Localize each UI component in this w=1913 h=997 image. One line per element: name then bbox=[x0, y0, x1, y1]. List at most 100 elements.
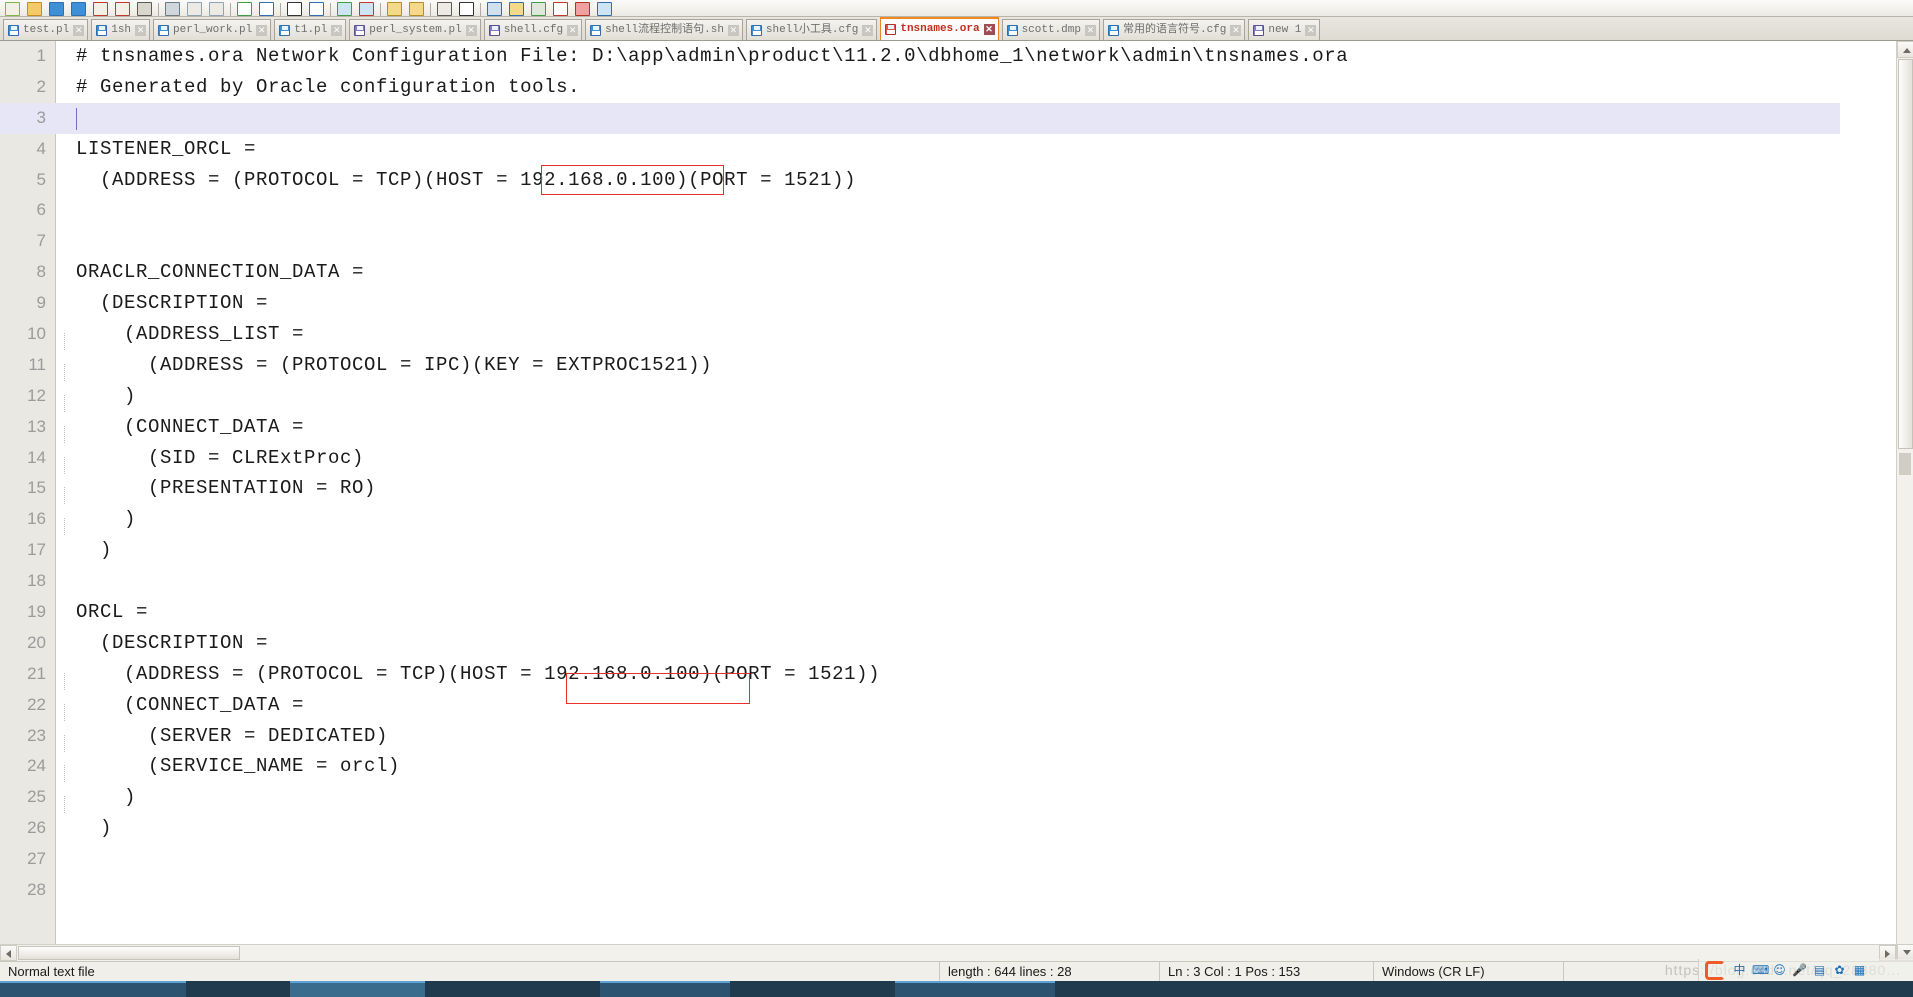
word-wrap-button[interactable] bbox=[434, 0, 455, 16]
code-line[interactable]: 4 LISTENER_ORCL = bbox=[0, 134, 1840, 165]
close-icon[interactable]: ✕ bbox=[567, 24, 579, 36]
code-line[interactable]: 12 ) bbox=[0, 381, 1840, 412]
code-line[interactable]: 19 ORCL = bbox=[0, 597, 1840, 628]
emoji-icon[interactable]: ☺ bbox=[1772, 963, 1787, 978]
document-map-button[interactable] bbox=[528, 0, 549, 16]
close-icon[interactable]: ✕ bbox=[256, 24, 268, 36]
paste-button[interactable] bbox=[206, 0, 227, 16]
code-line[interactable]: 27 bbox=[0, 844, 1840, 875]
sogou-ime-toolbar[interactable]: 中 ⌨ ☺ 🎤 ▤ ✿ ▦ bbox=[1698, 959, 1913, 981]
menu-icon[interactable]: ▦ bbox=[1852, 963, 1867, 978]
toolbox-icon[interactable]: ▤ bbox=[1812, 963, 1827, 978]
editor-area[interactable]: 1 # tnsnames.ora Network Configuration Fi… bbox=[0, 41, 1913, 961]
show-all-characters-button[interactable] bbox=[456, 0, 477, 16]
save-file-button[interactable] bbox=[46, 0, 67, 16]
taskbar-item-1[interactable] bbox=[0, 981, 186, 997]
tab-new-1[interactable]: new 1 ✕ bbox=[1248, 19, 1321, 40]
horizontal-scroll-thumb[interactable] bbox=[18, 946, 240, 960]
user-defined-language-button[interactable] bbox=[506, 0, 527, 16]
code-line[interactable]: 22 (CONNECT_DATA = bbox=[0, 690, 1840, 721]
code-line[interactable]: 26 ) bbox=[0, 813, 1840, 844]
close-icon[interactable]: ✕ bbox=[465, 24, 477, 36]
taskbar-item-2[interactable] bbox=[290, 981, 425, 997]
folder-as-workspace-button[interactable] bbox=[572, 0, 593, 16]
tab-tnsnames-ora[interactable]: tnsnames.ora ✕ bbox=[880, 17, 999, 40]
code-line[interactable]: 7 bbox=[0, 226, 1840, 257]
close-icon[interactable]: ✕ bbox=[1305, 24, 1317, 36]
taskbar-item-3[interactable] bbox=[600, 981, 730, 997]
code-text-area[interactable]: 1 # tnsnames.ora Network Configuration Fi… bbox=[0, 41, 1840, 961]
redo-button[interactable] bbox=[256, 0, 277, 16]
replace-button[interactable] bbox=[306, 0, 327, 16]
taskbar-item-4[interactable] bbox=[895, 981, 1055, 997]
tab-perl-work-pl[interactable]: perl_work.pl ✕ bbox=[153, 19, 272, 40]
code-line[interactable]: 8 ORACLR_CONNECTION_DATA = bbox=[0, 257, 1840, 288]
sogou-logo-icon[interactable] bbox=[1705, 960, 1725, 980]
document-tab-bar[interactable]: test.pl ✕ 1sh ✕ perl_work.pl ✕ t1.pl ✕ perl_syst… bbox=[0, 17, 1913, 41]
code-line[interactable]: 16 ) bbox=[0, 504, 1840, 536]
macro-record-button[interactable] bbox=[594, 0, 615, 16]
code-line[interactable]: 14 (SID = CLRExtProc) bbox=[0, 443, 1840, 474]
code-line[interactable]: 28 bbox=[0, 875, 1840, 906]
close-icon[interactable]: ✕ bbox=[727, 24, 739, 36]
code-line[interactable]: 10 (ADDRESS_LIST = bbox=[0, 319, 1840, 351]
cut-button[interactable] bbox=[162, 0, 183, 16]
undo-button[interactable] bbox=[234, 0, 255, 16]
save-all-button[interactable] bbox=[68, 0, 89, 16]
code-line[interactable]: 3 bbox=[0, 102, 1840, 134]
code-line[interactable]: 17 ) bbox=[0, 535, 1840, 566]
close-icon[interactable]: ✕ bbox=[331, 24, 343, 36]
scroll-left-arrow[interactable] bbox=[0, 945, 17, 961]
tab-shell-sh[interactable]: shell流程控制语句.sh ✕ bbox=[585, 19, 743, 40]
close-icon[interactable]: ✕ bbox=[1084, 24, 1096, 36]
close-icon[interactable]: ✕ bbox=[1230, 24, 1242, 36]
vertical-scrollbar[interactable] bbox=[1896, 41, 1913, 961]
close-all-button[interactable] bbox=[112, 0, 133, 16]
code-line[interactable]: 5 (ADDRESS = (PROTOCOL = TCP)(HOST = 192… bbox=[0, 165, 1840, 196]
find-button[interactable] bbox=[284, 0, 305, 16]
close-icon[interactable]: ✕ bbox=[862, 24, 874, 36]
close-icon[interactable]: ✕ bbox=[135, 24, 147, 36]
tab-shell-cfg[interactable]: shell.cfg ✕ bbox=[483, 19, 583, 40]
sync-horizontal-scroll-button[interactable] bbox=[406, 0, 427, 16]
horizontal-scrollbar[interactable] bbox=[0, 944, 1896, 961]
vertical-scroll-thumb[interactable] bbox=[1898, 59, 1913, 449]
print-button[interactable] bbox=[134, 0, 155, 16]
code-line[interactable]: 23 (SERVER = DEDICATED) bbox=[0, 721, 1840, 752]
zoom-in-button[interactable] bbox=[334, 0, 355, 16]
skin-icon[interactable]: ✿ bbox=[1832, 963, 1847, 978]
main-toolbar[interactable] bbox=[0, 0, 1913, 17]
code-line[interactable]: 2 # Generated by Oracle configuration too… bbox=[0, 72, 1840, 103]
new-file-button[interactable] bbox=[2, 0, 23, 16]
code-line[interactable]: 25 ) bbox=[0, 782, 1840, 814]
code-line[interactable]: 6 bbox=[0, 195, 1840, 226]
voice-input-icon[interactable]: 🎤 bbox=[1792, 963, 1807, 978]
zoom-out-button[interactable] bbox=[356, 0, 377, 16]
close-icon[interactable]: ✕ bbox=[983, 24, 995, 35]
code-line[interactable]: 1 # tnsnames.ora Network Configuration Fi… bbox=[0, 41, 1840, 72]
tab-scott-dmp[interactable]: scott.dmp ✕ bbox=[1001, 19, 1100, 40]
sync-vertical-scroll-button[interactable] bbox=[384, 0, 405, 16]
windows-taskbar[interactable] bbox=[0, 981, 1913, 997]
code-line[interactable]: 18 bbox=[0, 566, 1840, 597]
keyboard-icon[interactable]: ⌨ bbox=[1752, 963, 1769, 978]
tab-test-pl[interactable]: test.pl ✕ bbox=[3, 19, 89, 40]
chinese-english-toggle-icon[interactable]: 中 bbox=[1732, 963, 1747, 978]
indent-guide-button[interactable] bbox=[484, 0, 505, 16]
copy-button[interactable] bbox=[184, 0, 205, 16]
close-file-button[interactable] bbox=[90, 0, 111, 16]
tab-perl-system-pl[interactable]: perl_system.pl ✕ bbox=[349, 19, 481, 40]
code-line[interactable]: 9 (DESCRIPTION = bbox=[0, 288, 1840, 319]
tab-shell-cfg[interactable]: shell小工具.cfg ✕ bbox=[745, 19, 878, 40]
code-line[interactable]: 11 (ADDRESS = (PROTOCOL = IPC)(KEY = EXT… bbox=[0, 350, 1840, 381]
tab-1sh[interactable]: 1sh ✕ bbox=[91, 19, 151, 40]
code-line[interactable]: 13 (CONNECT_DATA = bbox=[0, 412, 1840, 443]
open-file-button[interactable] bbox=[24, 0, 45, 16]
code-line[interactable]: 24 (SERVICE_NAME = orcl) bbox=[0, 751, 1840, 783]
function-list-button[interactable] bbox=[550, 0, 571, 16]
tab--cfg[interactable]: 常用的语言符号.cfg ✕ bbox=[1102, 19, 1246, 40]
code-line[interactable]: 15 (PRESENTATION = RO) bbox=[0, 473, 1840, 505]
code-line[interactable]: 20 (DESCRIPTION = bbox=[0, 628, 1840, 659]
code-line[interactable]: 21 (ADDRESS = (PROTOCOL = TCP)(HOST = 19… bbox=[0, 659, 1840, 690]
tab-t1-pl[interactable]: t1.pl ✕ bbox=[274, 19, 347, 40]
